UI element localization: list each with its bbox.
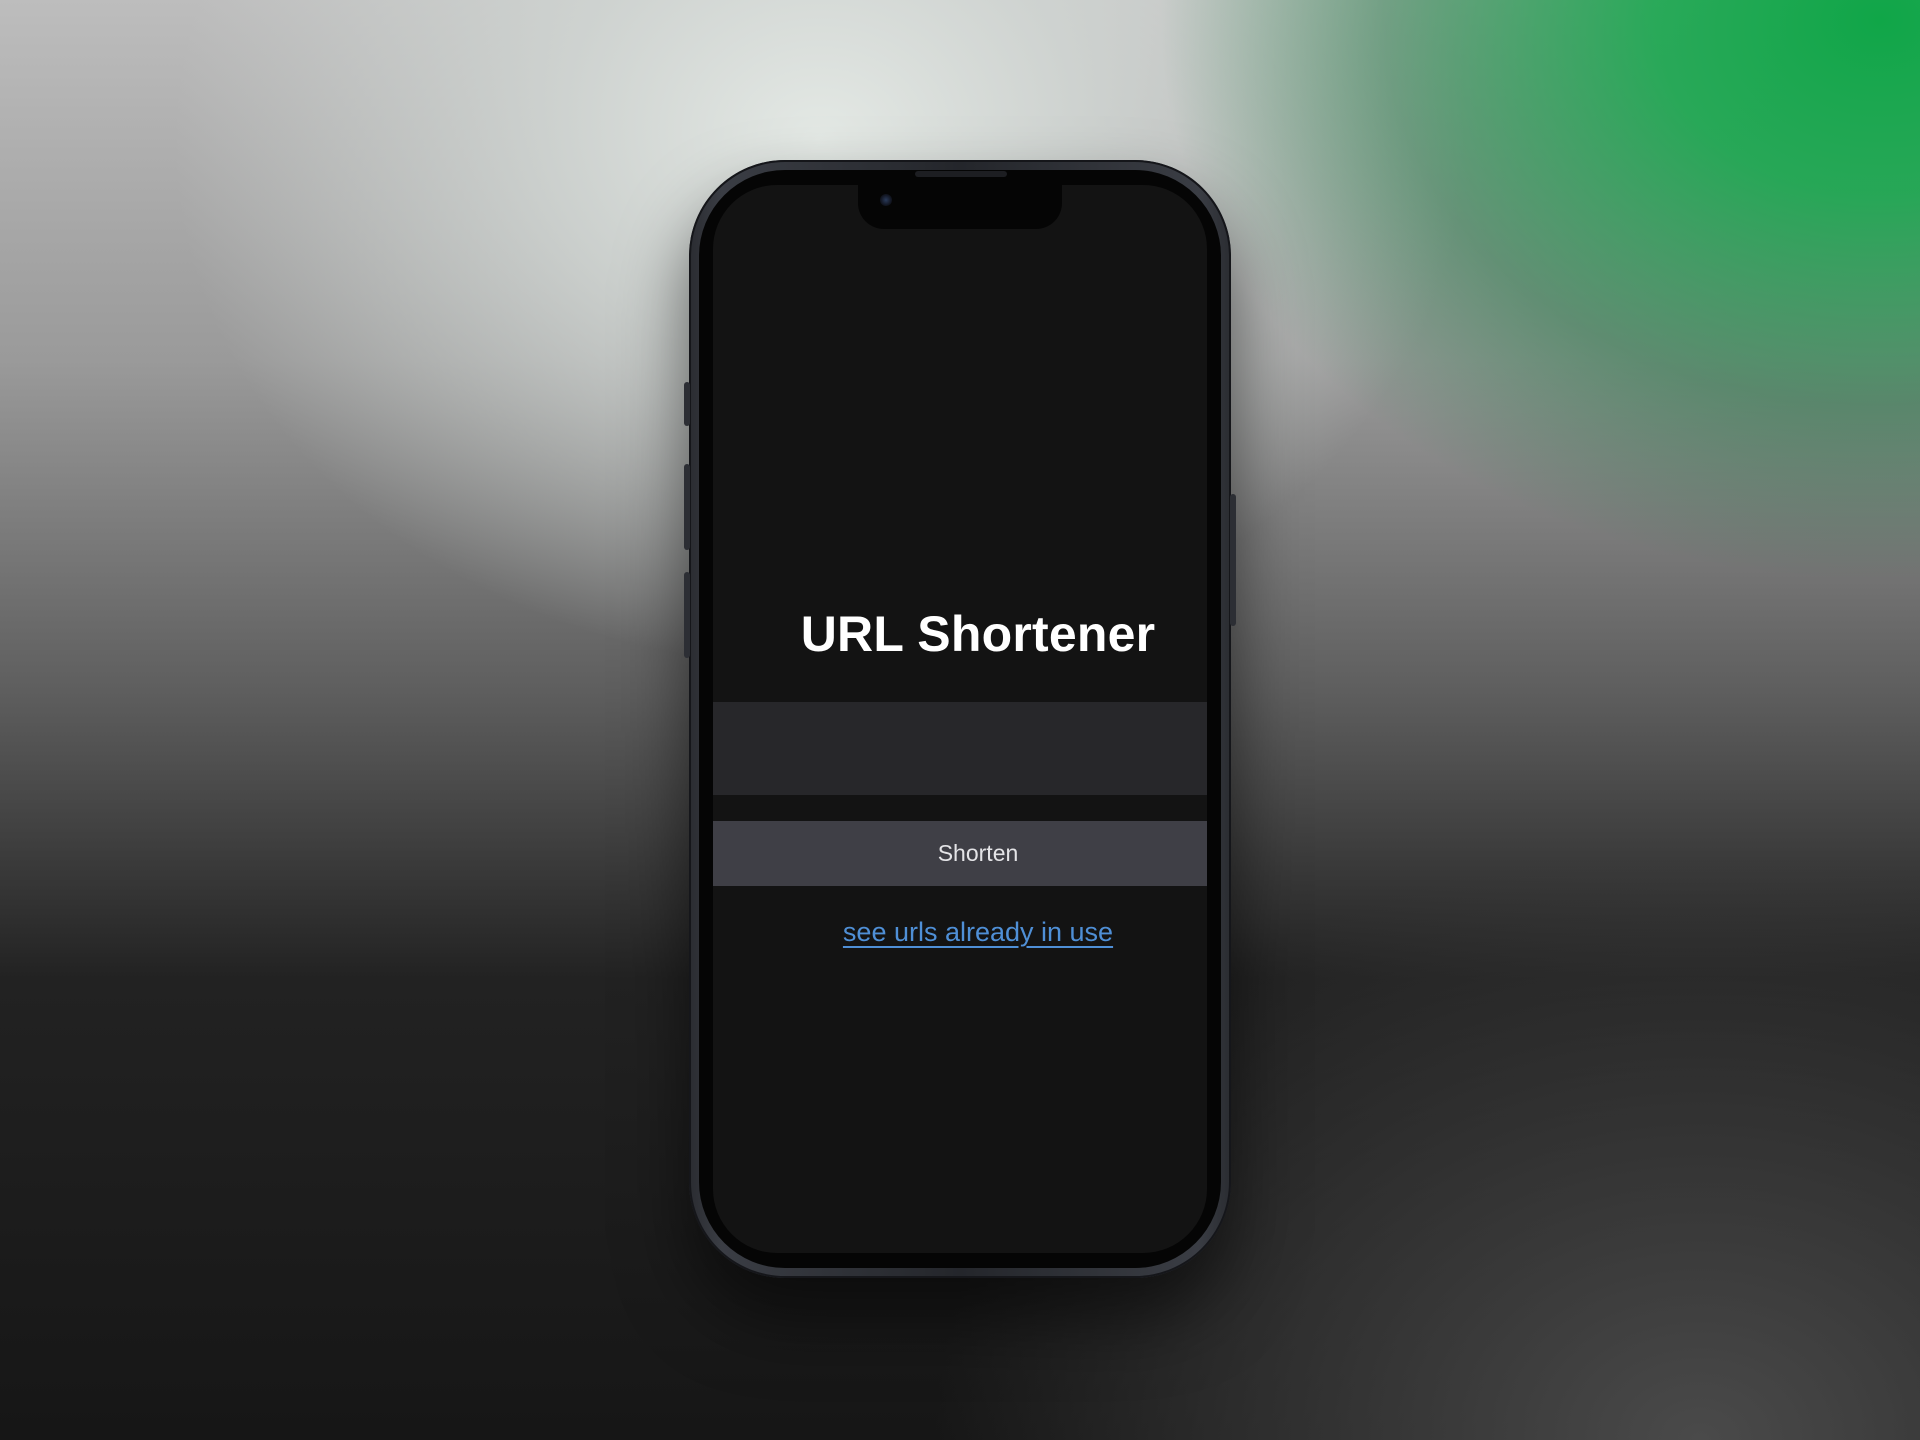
volume-up-button (684, 464, 690, 550)
power-button (1230, 494, 1236, 626)
front-camera-icon (880, 194, 892, 206)
volume-down-button (684, 572, 690, 658)
url-input[interactable] (713, 702, 1207, 795)
see-urls-link[interactable]: see urls already in use (713, 917, 1207, 948)
mute-switch (684, 382, 690, 426)
notch (858, 185, 1062, 229)
phone-frame: URL Shortener Shorten see urls already i… (684, 160, 1236, 1278)
shorten-button[interactable]: Shorten (713, 821, 1207, 886)
earpiece-speaker (915, 171, 1007, 177)
page-title: URL Shortener (800, 606, 1156, 662)
phone-screen: URL Shortener Shorten see urls already i… (713, 185, 1207, 1253)
